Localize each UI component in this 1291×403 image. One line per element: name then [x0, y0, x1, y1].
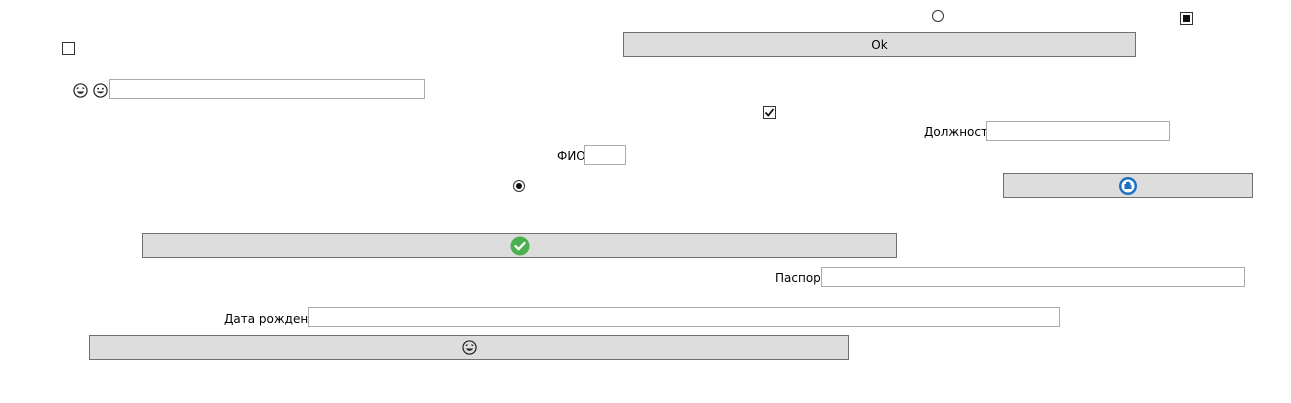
emoji-button[interactable]	[89, 335, 849, 360]
position-field[interactable]	[986, 121, 1170, 141]
checkbox-top-right[interactable]	[1180, 12, 1193, 25]
fio-label: ФИО	[557, 149, 586, 163]
radio-dot	[516, 183, 522, 189]
birth-date-field[interactable]	[308, 307, 1060, 327]
confirm-button[interactable]	[142, 233, 897, 258]
stop-button[interactable]	[1003, 173, 1253, 198]
checkbox-left[interactable]	[62, 42, 75, 55]
passport-label: Паспорт	[775, 271, 828, 285]
checkmark-icon	[764, 108, 775, 117]
passport-field[interactable]	[821, 267, 1245, 287]
ok-button-label: Ok	[871, 37, 888, 52]
ok-button[interactable]: Ok	[623, 32, 1136, 57]
laughing-emoji-icon	[73, 83, 88, 98]
radio-mid[interactable]	[513, 180, 525, 192]
position-label: Должность	[924, 125, 996, 139]
stop-hand-icon	[1119, 176, 1137, 195]
grinning-emoji-icon	[93, 83, 108, 98]
checkbox-indeterminate-mark	[1183, 15, 1190, 22]
emoji-text-field[interactable]	[109, 79, 425, 99]
fio-field[interactable]	[584, 145, 626, 165]
checkbox-mid[interactable]	[763, 106, 776, 119]
radio-top[interactable]	[932, 10, 944, 22]
green-check-icon	[510, 236, 529, 255]
laughing-emoji-icon	[461, 340, 477, 355]
